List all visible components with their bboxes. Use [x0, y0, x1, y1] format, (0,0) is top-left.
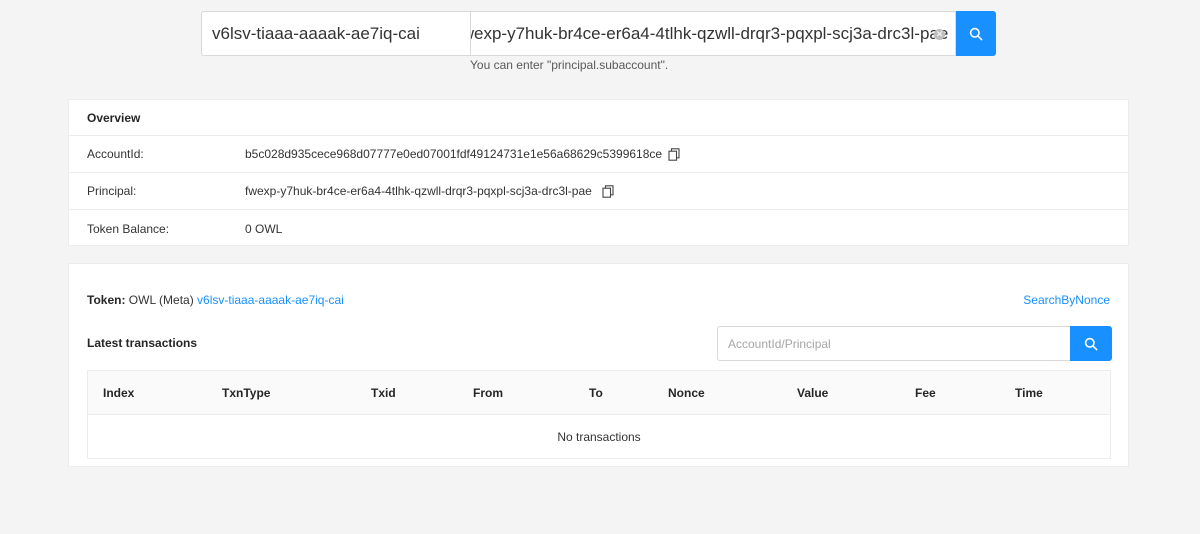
- column-header-index: Index: [103, 386, 135, 400]
- token-symbol: OWL: [128, 293, 156, 307]
- overview-label: Token Balance:: [87, 221, 170, 236]
- overview-label: AccountId:: [87, 147, 144, 161]
- column-header-txid: Txid: [371, 386, 396, 400]
- token-label: Token:: [87, 293, 126, 307]
- token-info: Token: OWL (Meta) v6lsv-tiaaa-aaaak-ae7i…: [87, 293, 344, 307]
- column-header-fee: Fee: [915, 386, 936, 400]
- search-icon: [969, 27, 983, 40]
- overview-value: fwexp-y7huk-br4ce-er6a4-4tlhk-qzwll-drqr…: [245, 184, 614, 198]
- account-search-button[interactable]: [1070, 326, 1112, 361]
- table-header: Index TxnType Txid From To Nonce Value F…: [88, 371, 1110, 415]
- overview-card: Overview AccountId: b5c028d935cece968d07…: [68, 99, 1129, 246]
- principal-value: fwexp-y7huk-br4ce-er6a4-4tlhk-qzwll-drqr…: [245, 184, 592, 198]
- column-header-txntype: TxnType: [222, 386, 271, 400]
- transactions-table: Index TxnType Txid From To Nonce Value F…: [87, 370, 1111, 459]
- token-name: (Meta): [159, 293, 194, 307]
- overview-value: b5c028d935cece968d07777e0ed07001fdf49124…: [245, 147, 680, 161]
- search-bar: v6lsv-tiaaa-aaaak-ae7iq-cai fwexp-y7huk-…: [201, 11, 996, 56]
- copy-icon[interactable]: [602, 184, 614, 198]
- account-search-input[interactable]: AccountId/Principal: [717, 326, 1070, 361]
- column-header-from: From: [473, 386, 503, 400]
- principal-input[interactable]: fwexp-y7huk-br4ce-er6a4-4tlhk-qzwll-drqr…: [470, 11, 956, 56]
- column-header-to: To: [589, 386, 603, 400]
- token-card: Token: OWL (Meta) v6lsv-tiaaa-aaaak-ae7i…: [68, 263, 1129, 467]
- principal-input-value: fwexp-y7huk-br4ce-er6a4-4tlhk-qzwll-drqr…: [470, 23, 949, 43]
- latest-transactions-title: Latest transactions: [87, 336, 198, 350]
- search-hint: You can enter "principal.subaccount".: [470, 58, 669, 72]
- search-button[interactable]: [956, 11, 996, 56]
- overview-label: Principal:: [87, 184, 137, 198]
- overview-title: Overview: [69, 100, 1128, 136]
- account-search: AccountId/Principal: [717, 326, 1112, 361]
- column-header-value: Value: [797, 386, 829, 400]
- search-by-nonce-link[interactable]: SearchByNonce: [1023, 293, 1110, 307]
- column-header-time: Time: [1015, 386, 1043, 400]
- copy-icon[interactable]: [668, 147, 680, 161]
- overview-row-accountid: AccountId: b5c028d935cece968d07777e0ed07…: [69, 136, 1128, 173]
- token-canister-link[interactable]: v6lsv-tiaaa-aaaak-ae7iq-cai: [197, 293, 344, 307]
- accountid-value: b5c028d935cece968d07777e0ed07001fdf49124…: [245, 147, 663, 161]
- overview-row-balance: Token Balance: 0 OWL: [69, 210, 1128, 247]
- token-balance-value: 0 OWL: [245, 221, 283, 236]
- column-header-nonce: Nonce: [668, 386, 705, 400]
- empty-state: No transactions: [557, 429, 641, 444]
- canister-input[interactable]: v6lsv-tiaaa-aaaak-ae7iq-cai: [201, 11, 470, 56]
- search-icon: [1084, 337, 1098, 350]
- overview-row-principal: Principal: fwexp-y7huk-br4ce-er6a4-4tlhk…: [69, 173, 1128, 210]
- clear-icon[interactable]: ✕: [934, 29, 945, 40]
